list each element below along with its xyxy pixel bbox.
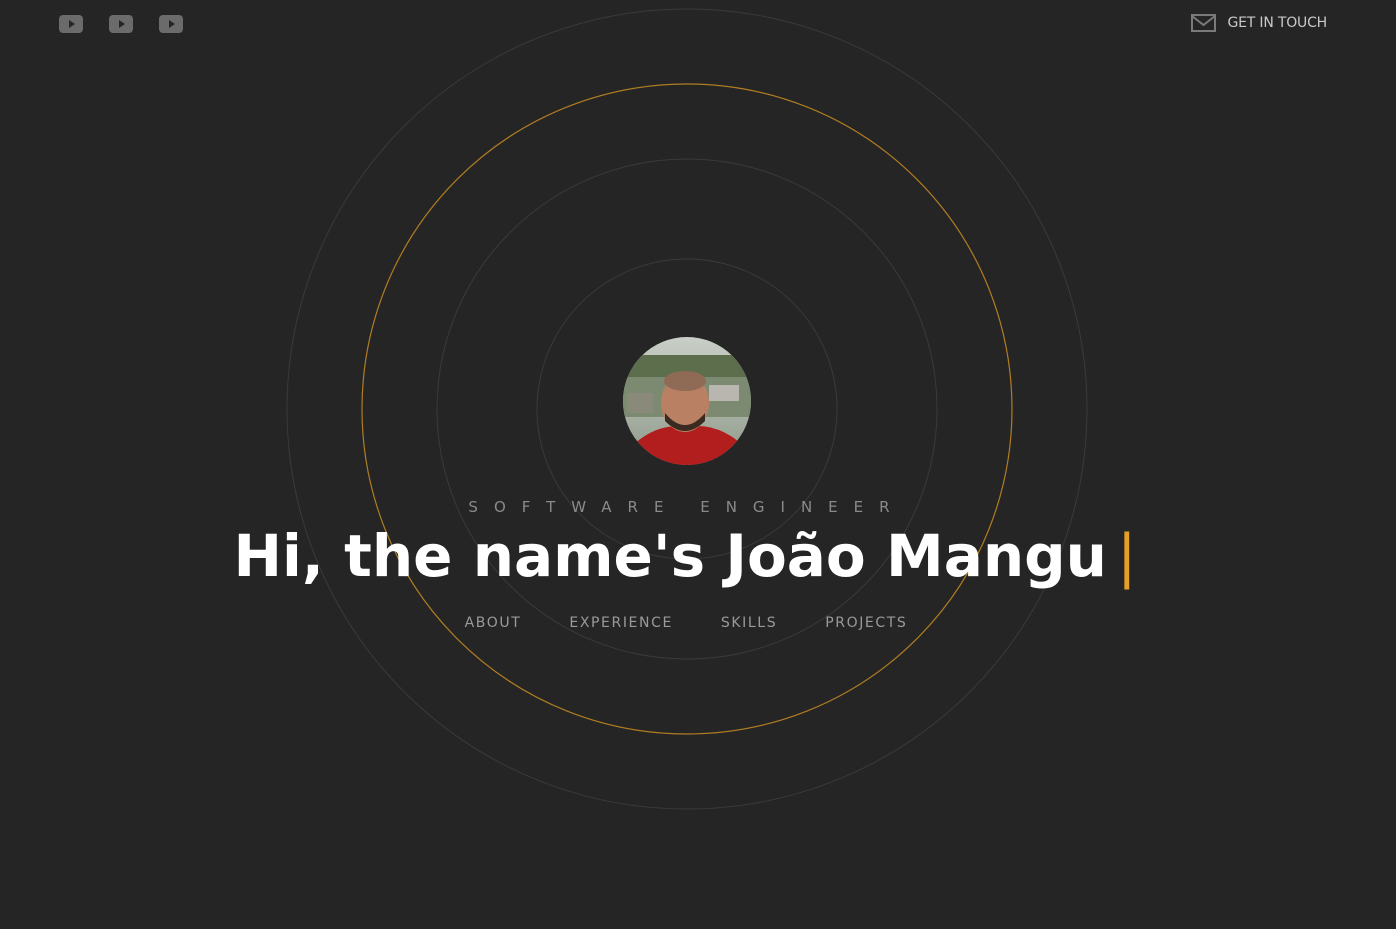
typing-cursor: | [1116, 522, 1137, 590]
get-in-touch-label: GET IN TOUCH [1227, 15, 1328, 31]
mail-icon [1190, 14, 1216, 32]
nav-about[interactable]: ABOUT [465, 615, 522, 631]
nav-projects[interactable]: PROJECTS [825, 615, 907, 631]
youtube-icon [109, 15, 133, 33]
youtube-link-3[interactable] [159, 14, 183, 34]
youtube-link-2[interactable] [109, 14, 133, 34]
headline: Hi, the name's João Mangu | [0, 521, 1370, 591]
hero-page: GET IN TOUCH SOFTWARE ENGINEER Hi, the n… [0, 0, 1396, 929]
role-title: SOFTWARE ENGINEER [468, 498, 906, 516]
nav-experience[interactable]: EXPERIENCE [569, 615, 673, 631]
section-nav: ABOUT EXPERIENCE SKILLS PROJECTS [0, 615, 1372, 631]
profile-photo [623, 337, 751, 465]
background-rings [286, 8, 1088, 810]
youtube-link-1[interactable] [59, 14, 83, 34]
nav-skills[interactable]: SKILLS [721, 615, 777, 631]
profile-avatar [623, 337, 751, 465]
youtube-icon [59, 15, 83, 33]
social-links [59, 14, 183, 34]
headline-text: Hi, the name's João Mangu [233, 522, 1107, 590]
youtube-icon [159, 15, 183, 33]
get-in-touch-button[interactable]: GET IN TOUCH [1190, 14, 1328, 32]
